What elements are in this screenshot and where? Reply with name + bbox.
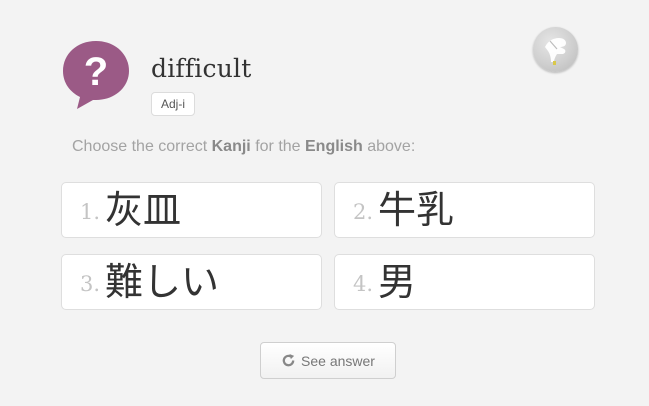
part-of-speech-badge: Adj-i [151, 92, 196, 116]
choice-number: 4. [353, 272, 374, 296]
english-word: difficult [151, 54, 252, 83]
choice-kanji: 男 [378, 260, 417, 304]
choice-option-2[interactable]: 2. 牛乳 [334, 182, 595, 238]
choice-option-1[interactable]: 1. 灰皿 [61, 182, 322, 238]
choice-kanji: 牛乳 [378, 188, 455, 232]
hint-hand-icon [545, 38, 566, 65]
see-answer-button[interactable]: See answer [260, 342, 396, 379]
quiz-card: ? difficult Adj-i Choose the correct Kan… [0, 0, 649, 406]
choice-number: 2. [353, 200, 374, 224]
see-answer-label: See answer [301, 352, 375, 369]
choice-number: 3. [80, 272, 101, 296]
svg-text:?: ? [84, 50, 108, 94]
choice-option-4[interactable]: 4. 男 [334, 254, 595, 310]
instructions-text: Choose the correct Kanji for the English… [72, 138, 416, 155]
question-bubble-icon: ? [61, 39, 131, 109]
choice-number: 1. [80, 200, 101, 224]
choice-kanji: 難しい [105, 260, 220, 304]
choice-option-3[interactable]: 3. 難しい [61, 254, 322, 310]
hint-button[interactable] [533, 27, 578, 72]
choice-kanji: 灰皿 [105, 188, 182, 232]
refresh-icon [281, 353, 296, 368]
